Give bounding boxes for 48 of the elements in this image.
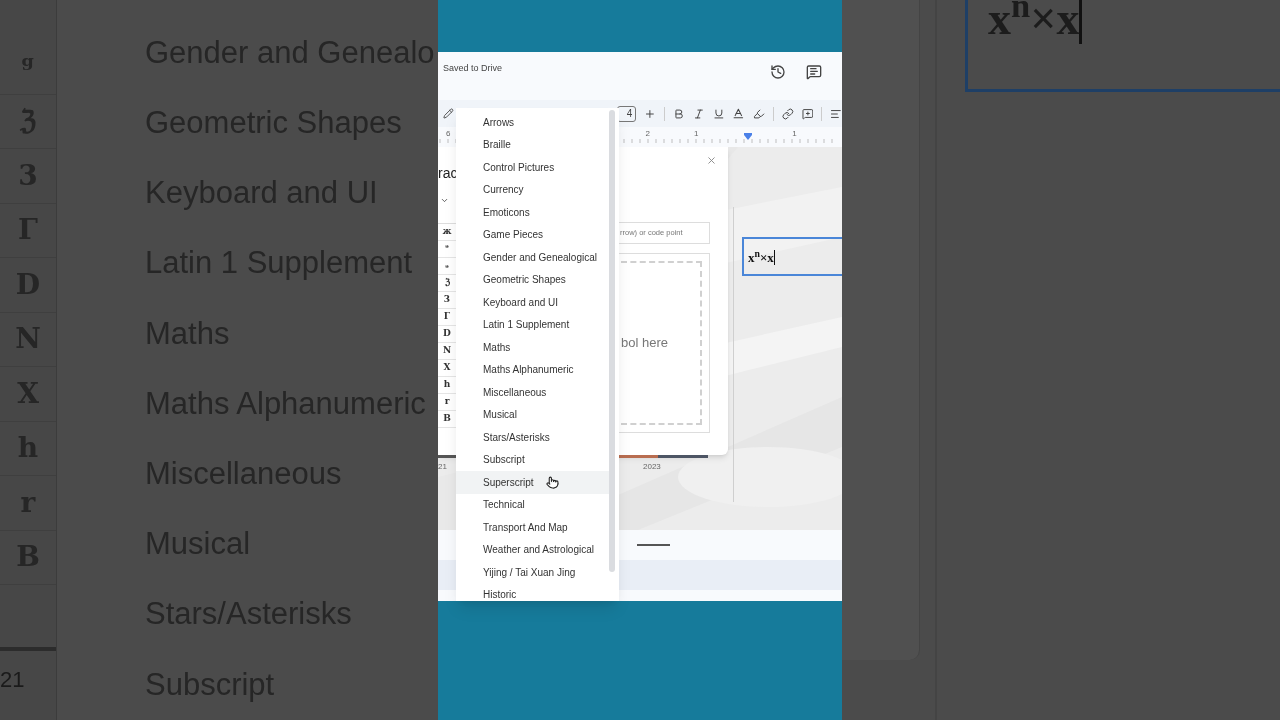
comment-icon[interactable]	[806, 64, 822, 80]
menu-item[interactable]: Game Pieces	[456, 223, 609, 246]
menu-item[interactable]: Arrows	[456, 111, 609, 134]
pencil-icon[interactable]	[443, 108, 454, 119]
bold-icon[interactable]	[673, 107, 685, 120]
menu-item[interactable]: Geometric Shapes	[456, 268, 609, 291]
menu-item[interactable]: Latin 1 Supplement	[456, 313, 609, 336]
underline-icon[interactable]	[712, 107, 725, 120]
link-icon[interactable]	[781, 107, 794, 120]
equation-text: x$^{n}$×x	[748, 250, 775, 265]
menu-item[interactable]: Maths	[456, 336, 609, 359]
menu-item[interactable]: Stars/Asterisks	[456, 426, 609, 449]
draw-hint: bol here	[621, 334, 668, 353]
indent-marker-icon[interactable]	[744, 133, 752, 140]
hand-cursor-icon	[546, 476, 559, 489]
menu-item[interactable]: Miscellaneous	[456, 381, 609, 404]
italic-icon[interactable]	[692, 107, 705, 120]
menu-item[interactable]: Braille	[456, 133, 609, 156]
menu-item[interactable]: Maths Alphanumeric	[456, 358, 609, 381]
year-label: 21	[438, 461, 447, 473]
menu-item[interactable]: Weather and Astrological	[456, 538, 609, 561]
menu-item[interactable]: Superscript	[456, 471, 609, 494]
menu-item[interactable]: Musical	[456, 403, 609, 426]
menu-item[interactable]: Control Pictures	[456, 156, 609, 179]
dialog-title: rac	[438, 164, 458, 183]
ruler-number: 1	[792, 130, 797, 138]
menu-item[interactable]: Keyboard and UI	[456, 291, 609, 314]
menu-item[interactable]: Gender and Genealogical	[456, 246, 609, 269]
ruler-number: 1	[693, 130, 699, 138]
menu-item[interactable]: Historic	[456, 583, 609, 601]
menu-item[interactable]: Yijing / Tai Xuan Jing	[456, 561, 609, 584]
highlighter-icon[interactable]	[753, 107, 765, 120]
ruler-number: 2	[645, 130, 650, 138]
year-label: 2023	[643, 461, 661, 473]
menu-item[interactable]: Emoticons	[456, 201, 609, 224]
menu-item[interactable]: Subscript	[456, 448, 609, 471]
close-icon[interactable]	[706, 155, 717, 166]
text-color-icon[interactable]	[732, 107, 746, 120]
align-left-icon[interactable]	[830, 107, 842, 120]
history-icon[interactable]	[770, 64, 786, 80]
plus-icon[interactable]	[644, 107, 657, 120]
menu-item[interactable]: Currency	[456, 178, 609, 201]
save-status: Saved to Drive	[443, 62, 503, 75]
add-comment-icon[interactable]	[801, 107, 814, 120]
ruler-number: 6	[446, 130, 451, 138]
menu-item[interactable]: Transport And Map	[456, 516, 609, 539]
menu-item[interactable]: Technical	[456, 493, 609, 516]
caret-icon[interactable]	[440, 196, 449, 205]
